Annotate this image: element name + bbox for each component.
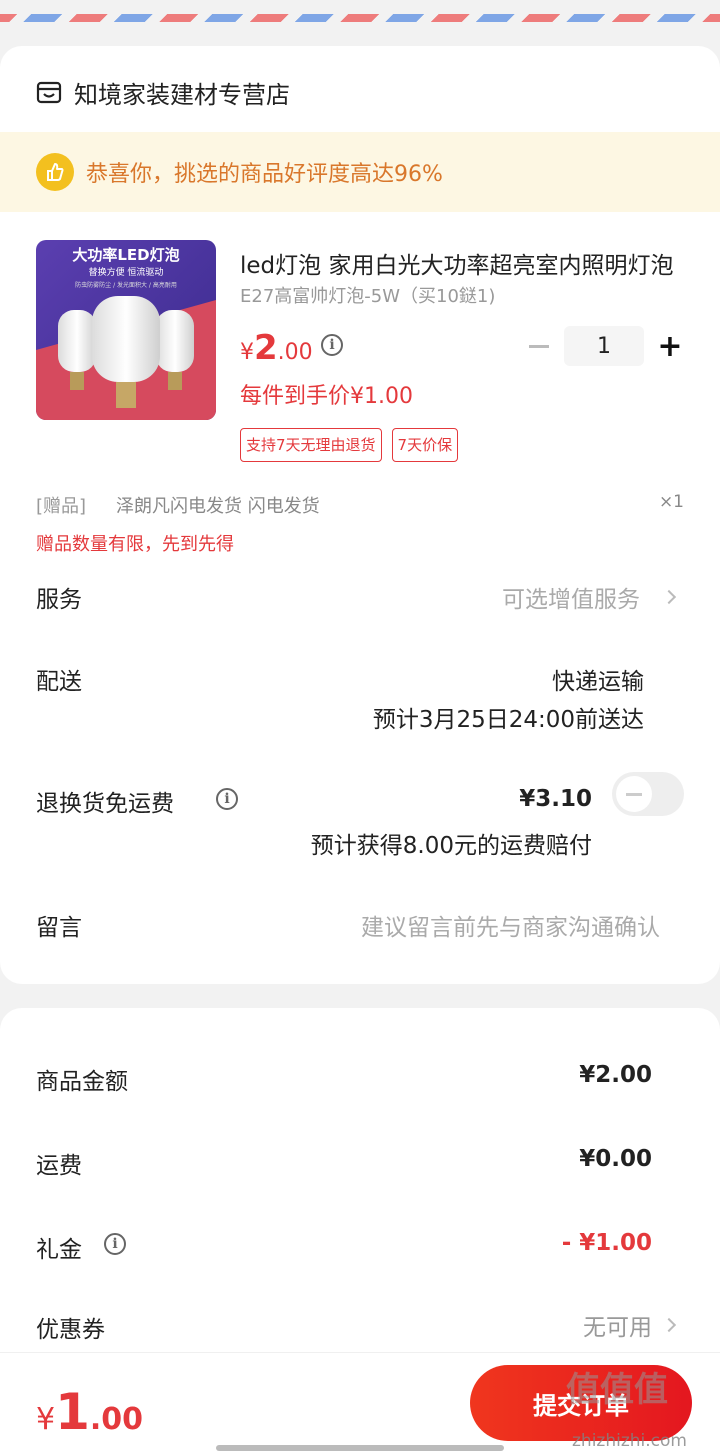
- gift-qty: ×1: [658, 492, 684, 512]
- image-note: 防虫防雾防尘 / 发光面积大 / 高亮耐用: [75, 281, 177, 289]
- total-integer: 1: [55, 1383, 90, 1441]
- price-info-icon[interactable]: i: [321, 334, 343, 356]
- gift-note: 赠品数量有限，先到先得: [36, 534, 234, 555]
- return-insurance-price: ¥3.10: [519, 786, 592, 812]
- gift-cash-label: 礼金: [36, 1237, 82, 1263]
- coupon-label: 优惠券: [36, 1317, 105, 1343]
- image-title: 大功率LED灯泡: [72, 246, 179, 264]
- shipping-label: 运费: [36, 1153, 82, 1179]
- quantity-minus-button[interactable]: [526, 326, 552, 366]
- shop-row[interactable]: 知境家装建材专营店: [36, 72, 290, 112]
- service-value[interactable]: 可选增值服务: [502, 580, 640, 614]
- return-insurance-toggle[interactable]: [612, 772, 684, 816]
- coupon-value[interactable]: 无可用: [583, 1308, 652, 1342]
- price-decimal: .00: [277, 340, 313, 365]
- toggle-knob: [616, 776, 652, 812]
- product-price: ¥2.00: [240, 328, 313, 368]
- price-integer: 2: [254, 328, 278, 368]
- product-title[interactable]: led灯泡 家用白光大功率超亮室内照明灯泡: [240, 246, 686, 280]
- shipping-value: ¥0.00: [579, 1146, 652, 1172]
- return-insurance-info-icon[interactable]: i: [216, 788, 238, 810]
- checkout-bar: ¥1.00 提交订单 值值值 zhizhizhi.com: [0, 1352, 720, 1452]
- quantity-input[interactable]: 1: [564, 326, 644, 366]
- rating-banner: 恭喜你，挑选的商品好评度高达96%: [0, 132, 720, 212]
- store-icon: [36, 81, 62, 104]
- product-image[interactable]: 大功率LED灯泡 替换方便 恒流驱动 防虫防雾防尘 / 发光面积大 / 高亮耐用: [36, 240, 216, 420]
- unit-price: 每件到手价¥1.00: [240, 384, 413, 409]
- order-card: 知境家装建材专营店 恭喜你，挑选的商品好评度高达96% 大功率LED灯泡 替换方…: [0, 46, 720, 984]
- banner-text: 恭喜你，挑选的商品好评度高达96%: [86, 162, 443, 187]
- airmail-border: [0, 0, 720, 22]
- shop-name: 知境家装建材专营店: [74, 80, 290, 109]
- service-tags: 支持7天无理由退货 7天价保: [240, 428, 459, 462]
- gift-cash-info-icon[interactable]: i: [104, 1233, 126, 1255]
- watermark-logo: 值值值: [566, 1370, 668, 1410]
- watermark-url: zhizhizhi.com: [572, 1431, 687, 1451]
- message-input[interactable]: 建议留言前先与商家沟通确认: [361, 908, 660, 942]
- product-spec[interactable]: E27高富帅灯泡-5W（买10鎹1): [240, 282, 495, 308]
- service-label: 服务: [36, 587, 82, 613]
- return-insurance-note: 预计获得8.00元的运费赔付: [310, 833, 592, 859]
- chevron-right-icon[interactable]: [661, 589, 677, 605]
- thumbs-up-smile-icon: [36, 153, 74, 191]
- home-indicator[interactable]: [216, 1445, 504, 1451]
- gift-tag: [赠品]: [36, 496, 87, 517]
- delivery-eta: 预计3月25日24:00前送达: [372, 707, 644, 733]
- quantity-plus-button[interactable]: +: [656, 328, 684, 364]
- gift-row: [赠品] 泽朗凡闪电发货 闪电发货 ×1: [36, 492, 684, 518]
- message-label: 留言: [36, 915, 82, 941]
- delivery-method[interactable]: 快递运输: [552, 662, 644, 696]
- gift-cash-value: - ¥1.00: [561, 1230, 652, 1256]
- price-currency: ¥: [240, 340, 254, 365]
- goods-amount-label: 商品金额: [36, 1069, 128, 1095]
- image-subtitle: 替换方便 恒流驱动: [89, 266, 164, 278]
- total-currency: ¥: [36, 1402, 56, 1437]
- tag-7day-return: 支持7天无理由退货: [240, 428, 382, 462]
- chevron-right-icon[interactable]: [661, 1317, 677, 1333]
- delivery-label: 配送: [36, 669, 82, 695]
- gift-name: 泽朗凡闪电发货 闪电发货: [116, 496, 320, 517]
- total-decimal: .00: [89, 1402, 144, 1437]
- goods-amount-value: ¥2.00: [579, 1062, 652, 1088]
- tag-price-protect: 7天价保: [391, 428, 459, 462]
- return-insurance-label: 退换货免运费: [36, 791, 174, 817]
- total-price: ¥1.00: [36, 1383, 143, 1441]
